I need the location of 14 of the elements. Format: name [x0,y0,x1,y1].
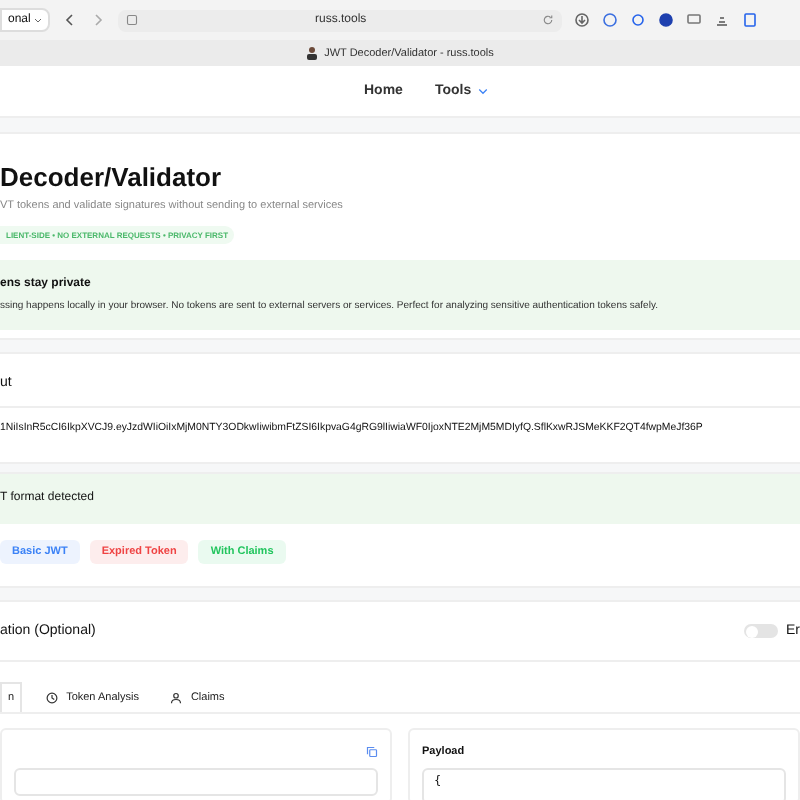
page-icon [126,14,139,26]
extension-icon[interactable] [714,12,731,28]
favicon-icon [306,46,319,60]
download-icon[interactable] [574,12,591,28]
chevron-icon [477,87,488,95]
reload-icon[interactable] [542,14,555,26]
toggle-switch[interactable] [744,624,778,638]
back-icon[interactable] [62,12,79,28]
page-title: Decoder/Validator [0,160,224,192]
forward-icon[interactable] [90,12,107,28]
user-icon [170,692,183,704]
clock-icon [46,692,59,704]
extension-icon[interactable] [742,12,759,28]
copy-icon[interactable] [366,746,378,758]
